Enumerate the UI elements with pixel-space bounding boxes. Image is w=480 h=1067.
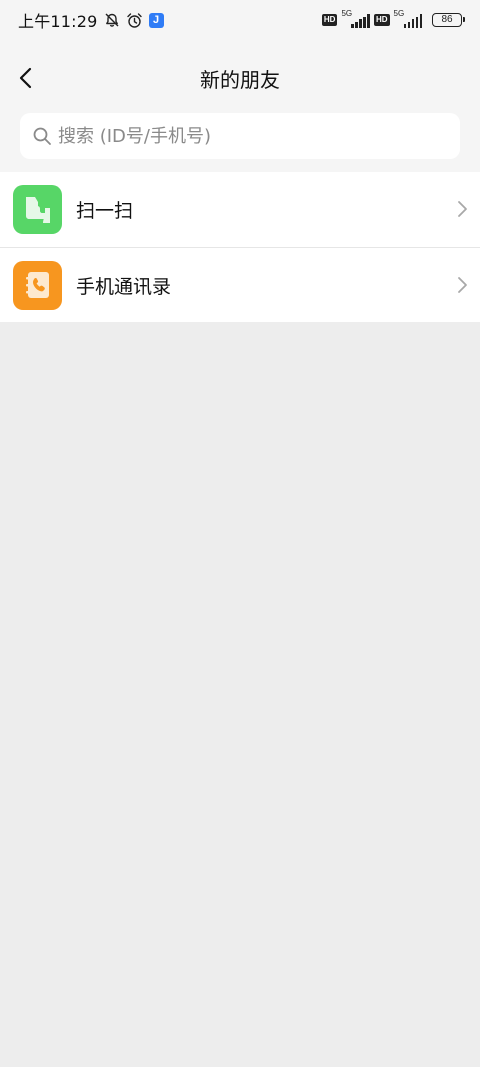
alarm-icon [126, 12, 143, 29]
network-type-label: 5G [393, 9, 405, 18]
hd-badge: HD [373, 14, 390, 26]
navigation-bar: 新的朋友 [0, 52, 480, 104]
status-time: 上午11:29 [18, 12, 98, 31]
chevron-right-icon [458, 201, 467, 217]
search-icon [33, 127, 51, 145]
chevron-right-icon [458, 277, 467, 293]
status-bar-right: HD 5G HD 5G 86 [321, 0, 465, 40]
list-item-label: 手机通讯录 [76, 275, 172, 298]
status-bar-left: 上午11:29 J [18, 8, 164, 32]
chevron-left-icon [19, 67, 32, 89]
signal-strength-icon: 5G [393, 9, 422, 28]
hd-badge: HD [321, 14, 338, 26]
list-item-phone-contacts[interactable]: 手机通讯录 [0, 247, 480, 322]
entry-list: 扫一扫 手机通讯录 [0, 172, 480, 322]
list-item-scan[interactable]: 扫一扫 [0, 172, 480, 247]
signal-strength-icon: 5G [341, 9, 370, 28]
status-bar: 上午11:29 J HD 5G HD 5G 86 [0, 0, 480, 40]
network-type-label: 5G [341, 9, 353, 18]
app-j-icon: J [148, 12, 164, 28]
scan-icon [13, 185, 62, 234]
search-bar[interactable] [20, 113, 460, 159]
back-button[interactable] [10, 62, 42, 94]
list-item-label: 扫一扫 [76, 200, 134, 222]
mute-bell-icon [104, 12, 120, 28]
page-title: 新的朋友 [200, 67, 280, 92]
battery-icon: 86 [432, 13, 465, 27]
phone-contacts-icon [13, 260, 62, 310]
search-input[interactable] [58, 125, 438, 147]
